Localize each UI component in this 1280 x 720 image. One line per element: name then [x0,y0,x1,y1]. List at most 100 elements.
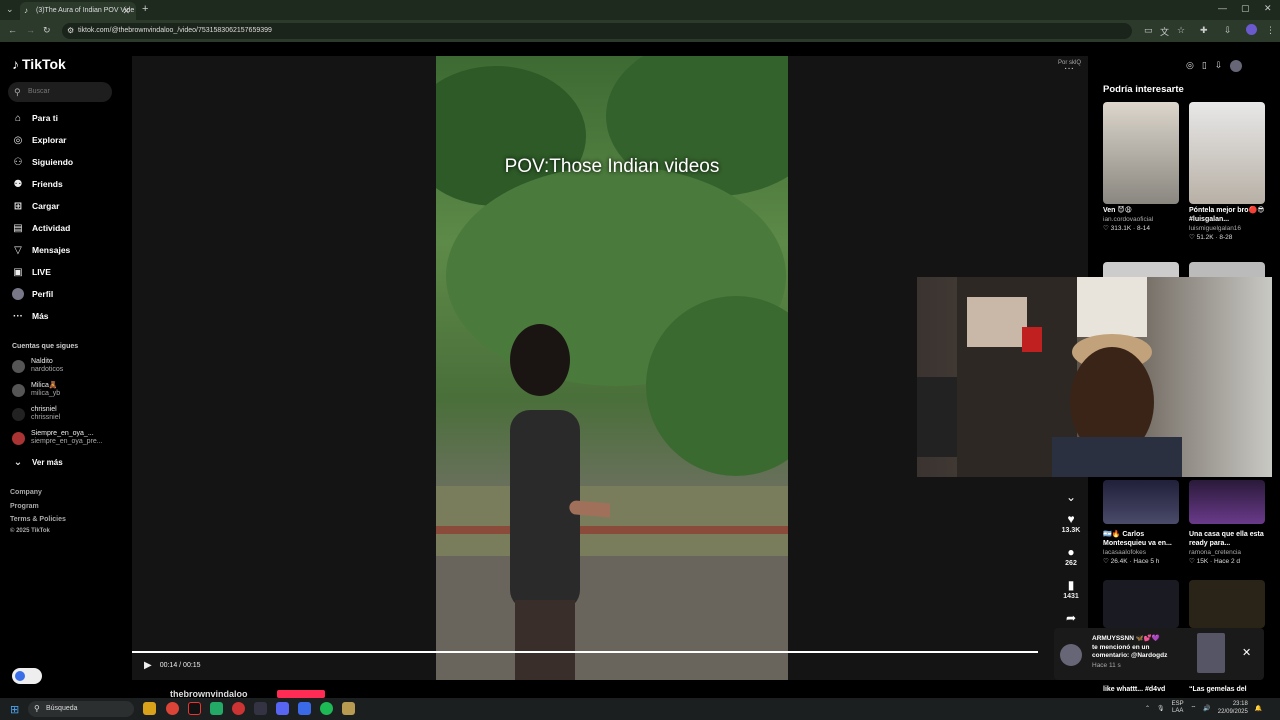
video-progress-bar[interactable] [132,651,1038,653]
compass-icon[interactable]: ◎ [1186,60,1194,72]
recommended-video-card[interactable]: 🇦🇷🔥 Carlos Montesquieu va en... lacasaal… [1103,480,1179,566]
recommended-video-title[interactable]: like whattt... #d4vd [1103,686,1165,693]
volume-icon[interactable]: 🔊 [1203,705,1210,712]
file-explorer-icon[interactable] [143,702,156,715]
nav-item-cargar[interactable]: ⊞ Cargar [12,198,60,214]
browser-tab[interactable]: ♪ (3)The Aura of Indian POV Vide ✕ [20,2,136,20]
url-input[interactable]: ⚙ tiktok.com/@thebrownvindaloo_/video/75… [62,23,1132,39]
nav-item-para-ti[interactable]: ⌂ Para ti [12,110,58,126]
app-icon[interactable] [298,702,311,715]
browser-menu-icon[interactable]: ⋮ [1266,25,1275,36]
app-icon[interactable] [232,702,245,715]
device-icon[interactable]: ▯ [1202,60,1207,72]
nav-item-siguiendo[interactable]: ⚇ Siguiendo [12,154,74,170]
app-toggle[interactable] [12,668,42,684]
app-icon[interactable] [254,702,267,715]
avatar [1060,644,1082,666]
reload-icon[interactable]: ↻ [43,25,51,36]
following-icon: ⚇ [13,156,23,168]
translate-icon[interactable]: 文 [1160,25,1169,38]
followed-account[interactable]: Milica🧸 milica_yb [12,380,60,400]
followed-account[interactable]: chrisniel chrissniel [12,404,60,424]
activity-icon: ▤ [13,222,23,234]
downloads-icon[interactable]: ⇩ [1224,25,1232,36]
app-icon[interactable] [210,702,223,715]
tab-title: (3)The Aura of Indian POV Vide [36,7,135,14]
see-more-button[interactable]: ⌄ Ver más [12,454,63,470]
site-info-icon[interactable]: ⚙ [67,23,74,39]
extensions-icon[interactable]: ✚ [1200,25,1208,36]
maximize-icon[interactable]: ▢ [1241,3,1250,14]
video-thumbnail[interactable] [1103,580,1179,628]
friends-icon: ⚉ [13,178,23,190]
chevron-up-icon[interactable]: ⌃ [1145,705,1150,712]
wifi-icon[interactable]: ⌔ [1191,704,1197,712]
following-accounts-title: Cuentas que sigues [12,343,79,350]
comment-button[interactable]: ● 262 [1056,545,1086,567]
top-right-icons: ◎ ▯ ⇩ [1186,60,1243,72]
close-icon[interactable]: ✕ [1242,646,1251,659]
follow-button[interactable] [277,690,325,698]
nav-item-friends[interactable]: ⚉ Friends [12,176,63,192]
recommended-video-card[interactable]: Ven 😈😩 ian.cordovaoficial ♡ 313.1K · 8-1… [1103,102,1179,233]
followed-account[interactable]: Siempre_en_oya_... siempre_en_oya_pre... [12,428,103,448]
tiktok-note-icon: ♪ [12,56,19,72]
cast-icon[interactable]: ▭ [1144,25,1153,36]
microphone-icon[interactable]: 🎙 [1157,705,1165,712]
nav-item-live[interactable]: ▣ LIVE [12,264,51,280]
webcam-frame [917,277,1182,477]
video-thumbnail [1189,102,1265,204]
followed-account[interactable]: Naldito nardoticos [12,356,63,376]
notification-bell-icon[interactable]: 🔔 [1255,705,1262,712]
nav-item-mensajes[interactable]: ▽ Mensajes [12,242,70,258]
profile-avatar[interactable] [1246,24,1257,35]
live-icon: ▣ [13,266,23,278]
play-icon[interactable]: ▶ [144,660,152,671]
scroll-down-button[interactable]: ⌄ [1056,490,1086,504]
footer-link-company[interactable]: Company [10,489,42,496]
close-window-icon[interactable]: ✕ [1264,3,1272,14]
share-button[interactable]: ➦ [1056,611,1086,625]
chrome-icon[interactable] [166,702,179,715]
messages-icon: ▽ [14,244,22,256]
close-tab-icon[interactable]: ✕ [122,2,130,20]
nav-item-actividad[interactable]: ▤ Actividad [12,220,70,236]
spotify-icon[interactable] [320,702,333,715]
compass-icon: ◎ [13,134,23,146]
tiktok-logo[interactable]: ♪ TikTok [12,56,66,72]
playback-time: 00:14 / 00:15 [159,662,201,669]
browser-tab-bar: ⌄ ♪ (3)The Aura of Indian POV Vide ✕ + —… [0,0,1280,20]
like-button[interactable]: ♥ 13.3K [1056,512,1086,534]
recommended-video-card[interactable]: Una casa que ella esta ready para... ram… [1189,480,1265,566]
app-icon[interactable] [342,702,355,715]
recommended-video-title[interactable]: “Las gemelas del [1189,686,1247,693]
more-options-icon[interactable]: ··· [1064,63,1074,74]
clock[interactable]: 23:18 22/09/2025 [1218,700,1248,716]
footer-link-terms[interactable]: Terms & Policies [10,516,66,523]
taskbar-search-input[interactable]: ⚲ Búsqueda [28,701,134,717]
webcam-overlay [917,277,1272,477]
windows-start-icon[interactable]: ⊞ [10,703,19,716]
forward-icon[interactable]: → [26,25,35,35]
save-button[interactable]: ▮ 1431 [1056,578,1086,600]
back-icon[interactable]: ← [8,25,17,35]
bookmark-star-icon[interactable]: ☆ [1177,25,1185,36]
nav-item-explorar[interactable]: ◎ Explorar [12,132,67,148]
tiktok-app-icon[interactable] [188,702,201,715]
profile-avatar[interactable] [1230,60,1243,72]
tab-list-icon[interactable]: ⌄ [6,4,14,15]
footer-link-program[interactable]: Program [10,503,39,510]
search-input[interactable]: ⚲ Buscar [8,82,112,102]
download-icon[interactable]: ⇩ [1215,60,1223,72]
new-tab-icon[interactable]: + [142,3,148,15]
nav-item-perfil[interactable]: Perfil [12,286,53,302]
language-indicator[interactable]: ESP LAA [1172,701,1184,715]
video-thumbnail[interactable] [1189,580,1265,628]
discord-icon[interactable] [276,702,289,715]
person-figure [510,324,610,680]
bookmark-icon: ▮ [1067,578,1075,592]
nav-item-mas[interactable]: ··· Más [12,308,49,324]
minimize-icon[interactable]: — [1218,3,1227,13]
notification-toast[interactable]: ARMUYSSNN 🦋💕💜 te mencionó en un comentar… [1054,628,1264,680]
recommended-video-card[interactable]: Póntela mejor bro🔴😎 #luisgalan... luismi… [1189,102,1265,242]
